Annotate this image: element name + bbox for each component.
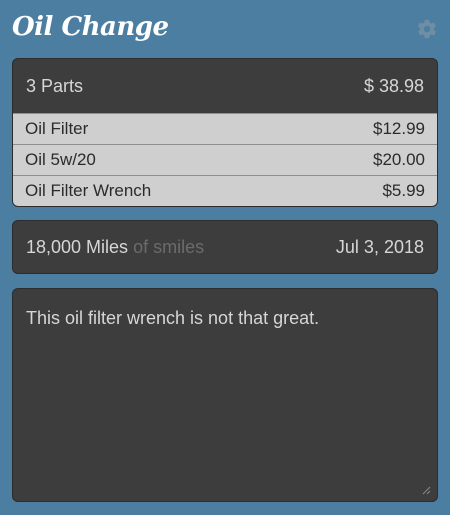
parts-count: 3 Parts	[26, 75, 84, 96]
part-name: Oil Filter Wrench	[25, 181, 152, 200]
mileage-card[interactable]: 18,000 Miles of smiles Jul 3, 2018	[12, 220, 438, 274]
list-item[interactable]: Oil 5w/20 $20.00	[13, 144, 437, 175]
miles-suffix: of smiles	[133, 236, 205, 257]
part-price: $12.99	[373, 119, 425, 138]
service-date: Jul 3, 2018	[335, 236, 424, 257]
notes-text: This oil filter wrench is not that great…	[26, 308, 320, 328]
gear-icon[interactable]	[416, 18, 438, 40]
resize-grip-icon[interactable]	[421, 485, 431, 495]
part-name: Oil 5w/20	[25, 150, 96, 169]
parts-card[interactable]: 3 Parts $ 38.98 Oil Filter $12.99 Oil 5w…	[12, 58, 438, 207]
parts-total: $ 38.98	[363, 75, 424, 96]
page-title: Oil Change	[12, 12, 169, 42]
list-item[interactable]: Oil Filter Wrench $5.99	[13, 175, 437, 206]
part-name: Oil Filter	[25, 119, 89, 138]
parts-list: Oil Filter $12.99 Oil 5w/20 $20.00 Oil F…	[13, 113, 437, 206]
parts-summary[interactable]: 3 Parts $ 38.98	[13, 59, 437, 113]
notes-textarea[interactable]: This oil filter wrench is not that great…	[12, 288, 438, 502]
part-price: $5.99	[382, 181, 425, 200]
mileage-label: 18,000 Miles of smiles	[26, 237, 204, 258]
list-item[interactable]: Oil Filter $12.99	[13, 113, 437, 144]
header: Oil Change	[12, 10, 438, 50]
miles-value: 18,000 Miles	[26, 236, 129, 257]
part-price: $20.00	[373, 150, 425, 169]
